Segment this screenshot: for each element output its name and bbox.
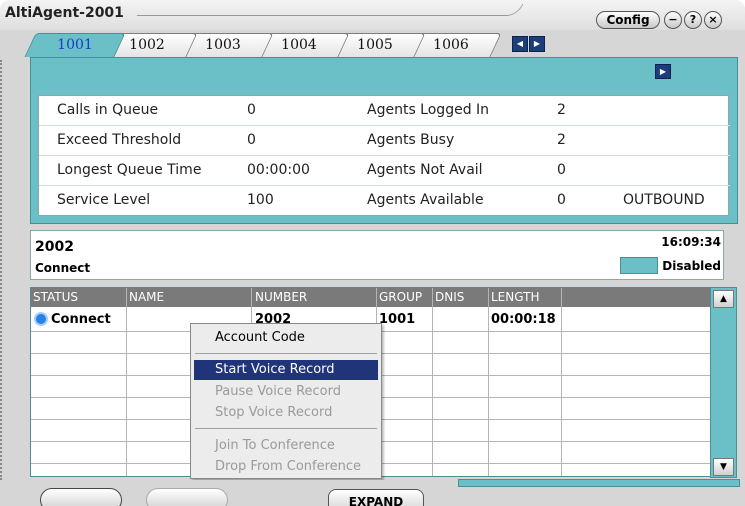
stat-row: Calls in Queue 0 Agents Logged In 2: [39, 96, 730, 126]
window-title: AltiAgent-2001: [5, 5, 124, 21]
stat-value: 100: [247, 192, 274, 208]
stat-row: Longest Queue Time 00:00:00 Agents Not A…: [39, 156, 730, 186]
config-button[interactable]: Config: [596, 11, 660, 29]
stat-label: Service Level: [57, 192, 151, 208]
altiagent-window: AltiAgent-2001 Config − ? × 1006 1005 10…: [0, 0, 745, 506]
minimize-icon[interactable]: −: [664, 11, 682, 29]
secondary-toggle-button[interactable]: [146, 488, 228, 506]
stat-value: 2: [557, 102, 566, 118]
menu-item-start-voice-record[interactable]: Start Voice Record: [194, 360, 378, 380]
status-badge: Disabled: [662, 259, 721, 273]
tab-label: 1001: [57, 37, 93, 53]
call-info-panel: 2002 Connect 16:09:34 Disabled: [30, 230, 724, 280]
expand-button[interactable]: EXPAND: [328, 489, 424, 506]
tab-scroll-left-icon[interactable]: ◀: [512, 36, 528, 52]
grid-scrollbar[interactable]: ▲ ▼: [710, 287, 737, 478]
context-menu: Account Code Start Voice Record Pause Vo…: [190, 323, 382, 479]
tab-1001[interactable]: 1001: [24, 33, 126, 57]
column-header-number[interactable]: NUMBER: [255, 290, 307, 304]
stat-value: 00:00:00: [247, 162, 310, 178]
column-header-dnis[interactable]: DNIS: [435, 290, 464, 304]
grid-divider: [561, 288, 562, 476]
stat-value: 2: [557, 132, 566, 148]
row-length: 00:00:18: [491, 312, 556, 327]
grid-divider: [126, 288, 127, 476]
title-decoration: [136, 4, 524, 16]
row-group: 1001: [379, 312, 416, 327]
stat-label: Agents Available: [367, 192, 484, 208]
call-state: Connect: [35, 261, 91, 275]
panel-expand-icon[interactable]: ▶: [655, 64, 671, 79]
stat-label: Agents Busy: [367, 132, 455, 148]
dial-pad-toggle-button[interactable]: [40, 488, 122, 506]
column-header-group[interactable]: GROUP: [379, 290, 422, 304]
queue-stats: Calls in Queue 0 Agents Logged In 2 Exce…: [38, 95, 730, 216]
menu-separator: [195, 428, 377, 429]
call-number: 2002: [35, 239, 74, 255]
grid-divider: [488, 288, 489, 476]
help-icon[interactable]: ?: [684, 11, 702, 29]
stat-label: Agents Not Avail: [367, 162, 483, 178]
menu-item-account-code[interactable]: Account Code: [194, 328, 378, 348]
grid-divider: [432, 288, 433, 476]
menu-item-stop-voice-record[interactable]: Stop Voice Record: [194, 403, 378, 423]
menu-item-join-conference[interactable]: Join To Conference: [194, 436, 378, 456]
connect-status-icon: [34, 312, 48, 326]
scroll-down-icon[interactable]: ▼: [713, 458, 734, 476]
menu-item-drop-conference[interactable]: Drop From Conference: [194, 457, 378, 477]
stat-value: 0: [557, 162, 566, 178]
stat-label: Longest Queue Time: [57, 162, 202, 178]
stat-row: Exceed Threshold 0 Agents Busy 2: [39, 126, 730, 156]
menu-item-pause-voice-record[interactable]: Pause Voice Record: [194, 382, 378, 402]
stat-label: Agents Logged In: [367, 102, 490, 118]
close-icon[interactable]: ×: [704, 11, 722, 29]
call-time: 16:09:34: [661, 235, 721, 249]
stat-label: Calls in Queue: [57, 102, 159, 118]
resize-edge[interactable]: [0, 60, 3, 480]
scroll-up-icon[interactable]: ▲: [713, 290, 734, 308]
row-status: Connect: [51, 312, 111, 327]
column-header-length[interactable]: LENGTH: [491, 290, 539, 304]
stat-value: 0: [247, 102, 256, 118]
column-header-name[interactable]: NAME: [129, 290, 164, 304]
menu-separator: [195, 353, 377, 354]
column-header-status[interactable]: STATUS: [33, 290, 78, 304]
footer-strip: [458, 479, 740, 487]
tab-scroll-right-icon[interactable]: ▶: [529, 36, 545, 52]
queue-tabs: 1006 1005 1004 1003 1002 1001: [24, 33, 590, 57]
stat-value: 0: [247, 132, 256, 148]
stat-value: 0: [557, 192, 566, 208]
outbound-label: OUTBOUND: [623, 192, 705, 208]
stat-label: Exceed Threshold: [57, 132, 182, 148]
stat-row: Service Level 100 Agents Available 0 OUT…: [39, 186, 730, 216]
status-indicator: [620, 257, 658, 274]
grid-header: STATUS NAME NUMBER GROUP DNIS LENGTH: [31, 288, 723, 307]
